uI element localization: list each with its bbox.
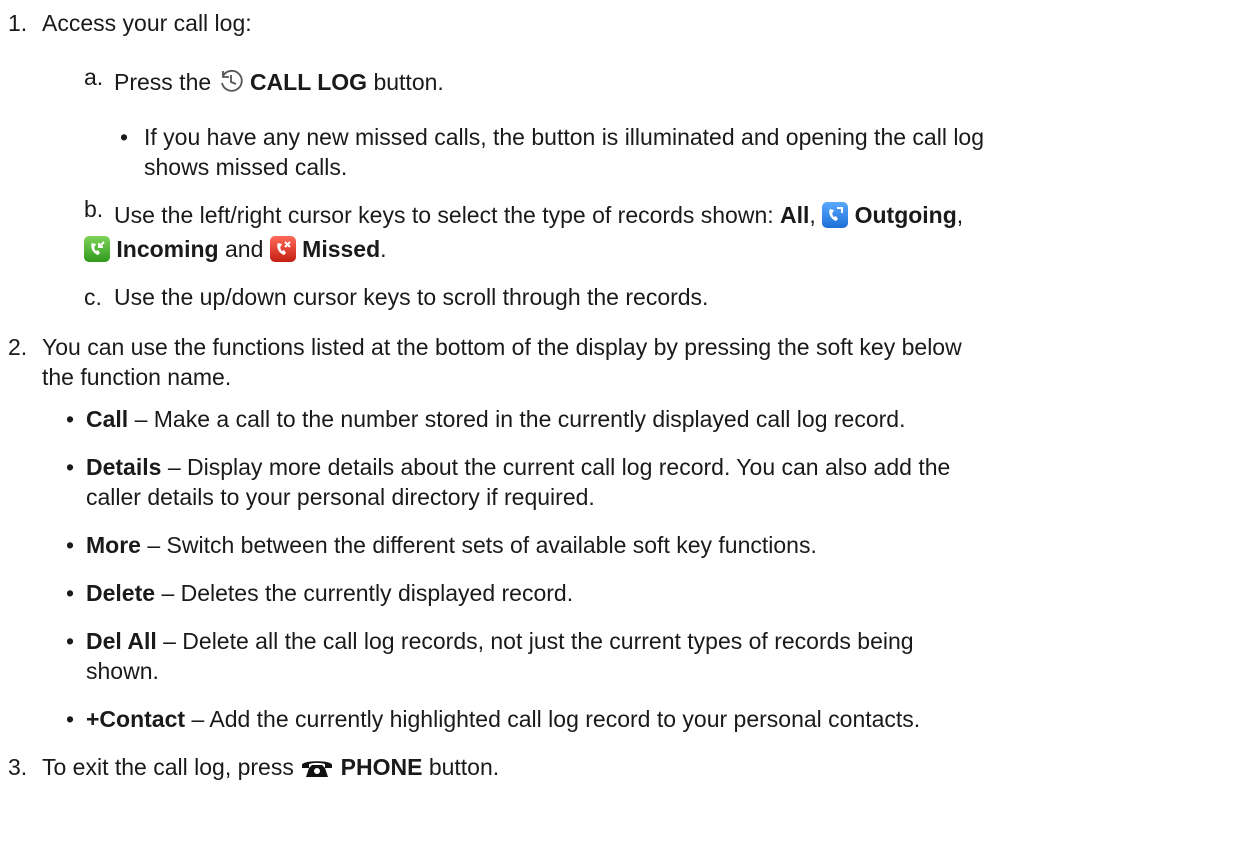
step-2-line-2: the function name. [42,364,232,390]
step-2-number: 2. [8,334,28,360]
phone-icon [300,756,334,786]
step-1b-line-2: Incoming and Missed. [84,234,387,264]
step-1b-label: b. [84,196,104,222]
function-contact: +Contact – Add the currently highlighted… [86,706,921,732]
note-line-1: If you have any new missed calls, the bu… [144,124,985,150]
bullet: • [66,580,75,606]
clock-icon [218,68,244,101]
incoming-label: Incoming [116,236,219,262]
bullet: • [66,454,75,480]
function-del-all-line-2: shown. [86,658,159,684]
step-3-number: 3. [8,754,28,780]
step-3-text: To exit the call log, press PHONE button… [42,752,499,786]
document-page: 1. Access your call log: a. Press the CA… [0,0,1234,859]
incoming-call-icon [84,236,110,262]
function-details: Details – Display more details about the… [86,454,951,480]
step-1b-line-1: Use the left/right cursor keys to select… [114,202,964,228]
step-1a-text: Press the CALL LOG button. [114,67,444,101]
all-label: All [780,202,810,228]
missed-call-icon [269,236,296,262]
function-del-all: Del All – Delete all the call log record… [86,628,914,654]
missed-label: Missed [302,236,381,262]
phone-label: PHONE [340,754,423,780]
step-1c-label: c. [84,284,102,310]
function-details-line-2: caller details to your personal director… [86,484,595,510]
bullet: • [66,628,75,654]
bullet: • [66,406,75,432]
function-more: More – Switch between the different sets… [86,532,817,558]
step-1-text: Access your call log: [42,10,252,36]
outgoing-label: Outgoing [854,202,957,228]
function-delete: Delete – Deletes the currently displayed… [86,580,574,606]
function-call: Call – Make a call to the number stored … [86,406,906,432]
bullet: • [66,706,75,732]
note-line-2: shows missed calls. [144,154,348,180]
step-1-number: 1. [8,10,28,36]
step-2-line-1: You can use the functions listed at the … [42,334,962,360]
step-1c-text: Use the up/down cursor keys to scroll th… [114,284,709,310]
bullet: • [120,124,129,150]
outgoing-call-icon [822,202,849,228]
step-1a-label: a. [84,64,104,90]
call-log-label: CALL LOG [249,69,368,95]
bullet: • [66,532,75,558]
